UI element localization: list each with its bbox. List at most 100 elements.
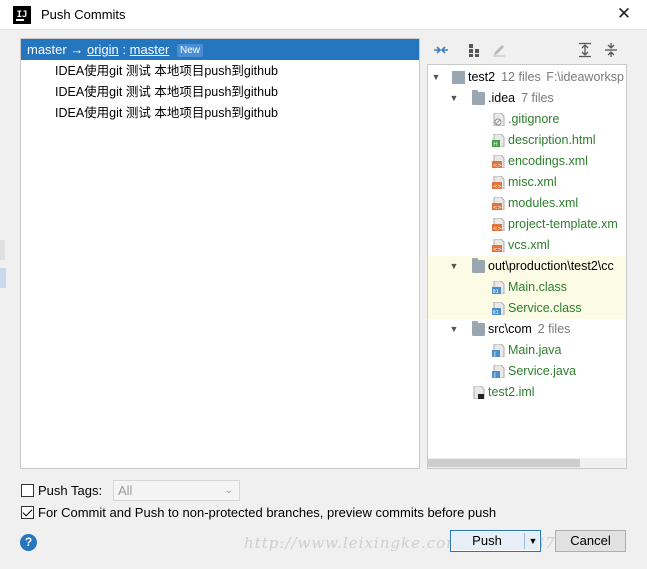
push-tags-checkbox[interactable] xyxy=(21,483,34,497)
remote-link[interactable]: origin xyxy=(87,42,119,57)
folder-count: 2 files xyxy=(537,322,571,336)
root-count: 12 files xyxy=(501,70,541,84)
push-tags-select-value: All xyxy=(118,483,133,498)
svg-text:<>: <> xyxy=(493,226,503,231)
new-badge: New xyxy=(177,44,204,57)
svg-text:01: 01 xyxy=(493,289,499,294)
commit-item[interactable]: IDEA使用git 测试 本地项目push到github xyxy=(55,82,278,103)
xml-file-icon: <> xyxy=(492,155,505,168)
chevron-down-icon[interactable]: ▼ xyxy=(525,531,541,551)
collapse-all-icon[interactable] xyxy=(601,40,621,60)
branch-separator: : xyxy=(122,42,127,57)
file-name: misc.xml xyxy=(508,175,557,189)
tree-file-row[interactable]: <> modules.xml xyxy=(428,193,626,214)
push-tags-option[interactable]: Push Tags: xyxy=(21,480,102,500)
tree-file-row[interactable]: 01 Main.class xyxy=(428,277,626,298)
java-file-icon: J xyxy=(492,344,505,357)
background-window-edge xyxy=(0,30,6,569)
root-name: test2 xyxy=(468,70,496,84)
horizontal-scrollbar[interactable] xyxy=(428,458,626,468)
push-button-label[interactable]: Push xyxy=(451,531,523,551)
class-file-icon: 01 xyxy=(492,281,505,294)
chevron-down-icon[interactable]: ▼ xyxy=(448,256,460,277)
file-name: test2.iml xyxy=(488,385,535,399)
file-name: vcs.xml xyxy=(508,238,550,252)
svg-text:01: 01 xyxy=(493,310,499,315)
svg-text:<>: <> xyxy=(493,163,503,168)
tree-root-row[interactable]: ▼ test2 12 files F:\ideaworksp xyxy=(428,67,626,88)
background-row xyxy=(0,240,5,260)
xml-file-icon: <> xyxy=(492,197,505,210)
folder-count: 7 files xyxy=(521,91,554,105)
file-name: project-template.xm xyxy=(508,217,618,231)
svg-text:<>: <> xyxy=(493,205,503,210)
arrow-icon: → xyxy=(70,42,84,57)
file-name: modules.xml xyxy=(508,196,579,210)
tree-file-row[interactable]: H description.html xyxy=(428,130,626,151)
preview-commits-option[interactable]: For Commit and Push to non-protected bra… xyxy=(21,502,496,522)
tree-file-row[interactable]: <> misc.xml xyxy=(428,172,626,193)
xml-file-icon: <> xyxy=(492,176,505,189)
commit-item[interactable]: IDEA使用git 测试 本地项目push到github xyxy=(55,103,278,124)
help-button[interactable]: ? xyxy=(20,534,37,551)
file-name: Main.class xyxy=(508,280,568,294)
folder-icon xyxy=(472,321,485,336)
java-file-icon: J xyxy=(492,365,505,378)
svg-text:J: J xyxy=(493,351,496,357)
scrollbar-thumb[interactable] xyxy=(428,459,580,467)
folder-icon xyxy=(472,90,485,105)
tree-file-row[interactable]: 01 Service.class xyxy=(428,298,626,319)
folder-name: .idea xyxy=(488,91,516,105)
svg-text:<>: <> xyxy=(493,184,503,189)
dialog-title: Push Commits xyxy=(41,7,126,22)
xml-file-icon: <> xyxy=(492,239,505,252)
commits-panel: master → origin : master New IDEA使用git 测… xyxy=(20,38,420,469)
svg-text:J: J xyxy=(493,372,496,378)
chevron-down-icon[interactable]: ▼ xyxy=(430,67,442,88)
svg-text:H: H xyxy=(493,141,498,147)
push-tags-label: Push Tags: xyxy=(38,482,103,498)
commit-item[interactable]: IDEA使用git 测试 本地项目push到github xyxy=(55,61,278,82)
tree-folder-out[interactable]: ▼ out\production\test2\cc xyxy=(428,256,626,277)
title-bar: IJ Push Commits ✕ xyxy=(0,0,647,30)
background-selected-row xyxy=(0,268,6,288)
intellij-app-icon: IJ xyxy=(13,6,31,24)
tree-folder-idea[interactable]: ▼ .idea 7 files xyxy=(428,88,626,109)
preview-commits-label: For Commit and Push to non-protected bra… xyxy=(38,504,497,520)
root-path: F:\ideaworksp xyxy=(546,70,625,84)
file-name: description.html xyxy=(508,133,596,147)
edit-icon[interactable] xyxy=(489,40,509,60)
file-name: encodings.xml xyxy=(508,154,588,168)
project-folder-icon xyxy=(452,71,465,84)
expand-all-icon[interactable] xyxy=(575,40,595,60)
branch-row[interactable]: master → origin : master New xyxy=(21,39,419,60)
tree-file-row[interactable]: <> project-template.xm xyxy=(428,214,626,235)
close-button[interactable]: ✕ xyxy=(601,0,647,30)
push-tags-select[interactable]: All ⌄ xyxy=(113,480,240,501)
changes-toolbar xyxy=(427,38,627,64)
folder-icon xyxy=(472,258,485,273)
xml-file-icon: <> xyxy=(492,218,505,231)
cancel-button[interactable]: Cancel xyxy=(555,530,626,552)
file-name: Main.java xyxy=(508,343,562,357)
tree-file-row[interactable]: <> vcs.xml xyxy=(428,235,626,256)
push-button[interactable]: Push ▼ xyxy=(450,530,541,552)
diff-icon[interactable] xyxy=(431,40,451,60)
tree-file-row[interactable]: test2.iml xyxy=(428,382,626,403)
chevron-down-icon[interactable]: ▼ xyxy=(448,319,460,340)
tree-folder-src[interactable]: ▼ src\com 2 files xyxy=(428,319,626,340)
folder-name: src\com xyxy=(488,322,532,336)
tree-file-row[interactable]: .gitignore xyxy=(428,109,626,130)
preview-commits-checkbox[interactable] xyxy=(21,505,34,519)
folder-name: out\production\test2\cc xyxy=(488,259,614,273)
file-name: Service.class xyxy=(508,301,582,315)
svg-text:<>: <> xyxy=(493,247,503,252)
tree-file-row[interactable]: J Main.java xyxy=(428,340,626,361)
chevron-down-icon[interactable]: ▼ xyxy=(448,88,460,109)
file-name: .gitignore xyxy=(508,112,560,126)
remote-branch-link[interactable]: master xyxy=(130,42,170,57)
tree-file-row[interactable]: <> encodings.xml xyxy=(428,151,626,172)
html-file-icon: H xyxy=(492,134,505,147)
group-by-icon[interactable] xyxy=(465,40,485,60)
tree-file-row[interactable]: J Service.java xyxy=(428,361,626,382)
